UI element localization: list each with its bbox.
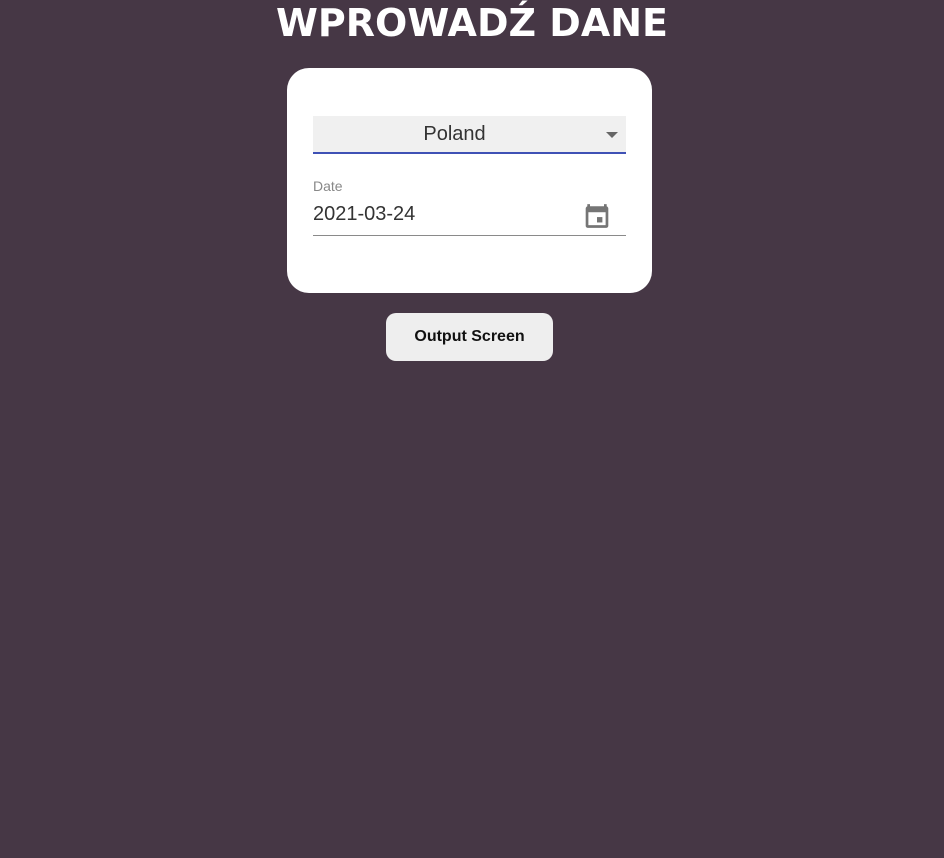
page-title: WPROWADŹ DANE — [276, 1, 668, 45]
input-card: Poland Date 2021-03-24 — [287, 68, 652, 293]
date-label: Date — [313, 178, 343, 194]
chevron-down-icon — [606, 132, 618, 138]
country-select[interactable]: Poland — [313, 116, 626, 154]
calendar-icon[interactable] — [584, 202, 610, 230]
output-screen-button[interactable]: Output Screen — [386, 313, 553, 361]
date-value: 2021-03-24 — [313, 203, 416, 225]
country-select-value: Poland — [423, 123, 486, 145]
date-input[interactable]: 2021-03-24 — [313, 198, 626, 236]
